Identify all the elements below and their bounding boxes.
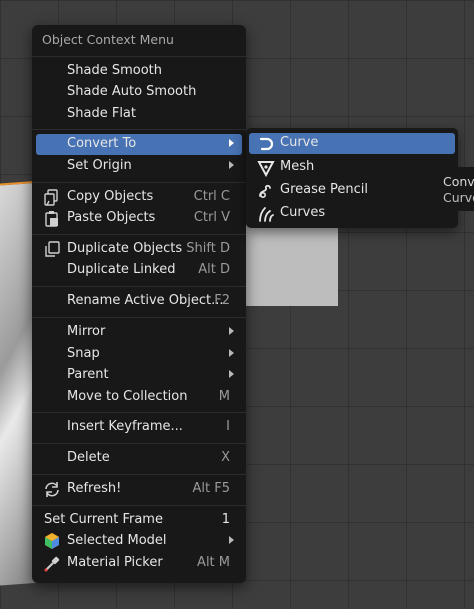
menu-separator <box>32 412 246 413</box>
menu-item-label: Delete <box>67 450 110 465</box>
menu-separator <box>32 234 246 235</box>
menu-separator <box>32 317 246 318</box>
menu-item-label: Paste Objects <box>67 210 156 225</box>
shortcut-label: Alt D <box>198 262 230 277</box>
submenu-item-label: Grease Pencil <box>280 182 368 197</box>
paste-objects-item[interactable]: Paste Objects Ctrl V <box>36 208 242 229</box>
menu-separator <box>32 443 246 444</box>
copy-icon <box>42 188 62 207</box>
menu-separator <box>32 129 246 130</box>
menu-item-label: Convert To <box>67 136 137 151</box>
menu-item-label: Shade Smooth <box>67 63 162 78</box>
selected-model-item[interactable]: Selected Model <box>36 531 242 552</box>
shortcut-label: X <box>221 450 230 465</box>
submenu-arrow-icon <box>229 536 234 544</box>
eyedropper-icon <box>42 554 62 573</box>
set-origin-item[interactable]: Set Origin <box>36 156 242 177</box>
shortcut-label: Alt F5 <box>192 481 230 496</box>
menu-separator <box>32 474 246 475</box>
object-context-menu: Object Context Menu Shade Smooth Shade A… <box>32 25 246 583</box>
menu-separator <box>32 56 246 57</box>
menu-item-label: Duplicate Objects <box>67 241 183 256</box>
convert-to-item[interactable]: Convert To <box>36 134 242 155</box>
duplicate-objects-item[interactable]: Duplicate Objects Shift D <box>36 239 242 260</box>
scene-plane-object[interactable] <box>238 222 338 306</box>
set-current-frame-item[interactable]: Set Current Frame 1 <box>36 510 242 531</box>
shortcut-label: Shift D <box>186 241 230 256</box>
tooltip: Conv Curve <box>430 167 474 211</box>
mesh-icon <box>257 159 275 178</box>
material-picker-item[interactable]: Material Picker Alt M <box>36 553 242 574</box>
colorful-hexagon-icon <box>42 532 62 551</box>
duplicate-icon <box>42 240 62 259</box>
menu-separator <box>32 505 246 506</box>
submenu-item-label: Curve <box>280 135 319 150</box>
menu-separator <box>32 182 246 183</box>
convert-mesh-item[interactable]: Mesh <box>249 157 455 178</box>
menu-item-label: Snap <box>67 346 100 361</box>
menu-item-label: Mirror <box>67 324 106 339</box>
convert-curve-item[interactable]: Curve <box>249 133 455 154</box>
menu-item-label: Material Picker <box>67 555 163 570</box>
menu-item-label: Set Current Frame <box>44 512 163 527</box>
menu-item-label: Parent <box>67 367 109 382</box>
menu-item-label: Shade Auto Smooth <box>67 84 197 99</box>
shortcut-label: Alt M <box>197 555 230 570</box>
parent-item[interactable]: Parent <box>36 365 242 386</box>
convert-to-submenu: Curve Mesh Grease Pencil Curves <box>246 128 458 228</box>
submenu-arrow-icon <box>229 370 234 378</box>
menu-item-label: Copy Objects <box>67 189 154 204</box>
mirror-item[interactable]: Mirror <box>36 322 242 343</box>
submenu-item-label: Curves <box>280 205 326 220</box>
frame-value: 1 <box>221 512 230 527</box>
duplicate-linked-item[interactable]: Duplicate Linked Alt D <box>36 260 242 281</box>
menu-separator <box>32 286 246 287</box>
shortcut-label: Ctrl C <box>193 189 230 204</box>
move-to-collection-item[interactable]: Move to Collection M <box>36 387 242 408</box>
submenu-item-label: Mesh <box>280 159 315 174</box>
menu-item-label: Insert Keyframe... <box>67 419 183 434</box>
menu-item-label: Rename Active Object... <box>67 293 224 308</box>
paste-icon <box>42 209 62 228</box>
shade-smooth-item[interactable]: Shade Smooth <box>36 61 242 82</box>
submenu-arrow-icon <box>229 139 234 147</box>
submenu-arrow-icon <box>229 349 234 357</box>
refresh-item[interactable]: Refresh! Alt F5 <box>36 479 242 500</box>
menu-title: Object Context Menu <box>42 32 174 47</box>
menu-item-label: Shade Flat <box>67 106 136 121</box>
menu-item-label: Duplicate Linked <box>67 262 176 277</box>
submenu-arrow-icon <box>229 161 234 169</box>
grease-pencil-icon <box>257 182 275 200</box>
shortcut-label: M <box>218 389 230 404</box>
menu-item-label: Move to Collection <box>67 389 188 404</box>
shade-auto-smooth-item[interactable]: Shade Auto Smooth <box>36 82 242 103</box>
curve-icon <box>257 135 275 153</box>
snap-item[interactable]: Snap <box>36 344 242 365</box>
copy-objects-item[interactable]: Copy Objects Ctrl C <box>36 187 242 208</box>
menu-item-label: Refresh! <box>67 481 122 496</box>
tooltip-line-1: Conv <box>443 174 474 189</box>
convert-grease-pencil-item[interactable]: Grease Pencil <box>249 180 455 201</box>
shortcut-label: Ctrl V <box>193 210 230 225</box>
shortcut-label: F2 <box>214 293 230 308</box>
rename-active-object-item[interactable]: Rename Active Object... F2 <box>36 291 242 312</box>
tooltip-line-2: Curve <box>443 190 474 205</box>
delete-item[interactable]: Delete X <box>36 448 242 469</box>
insert-keyframe-item[interactable]: Insert Keyframe... I <box>36 417 242 438</box>
refresh-icon <box>42 480 62 499</box>
convert-curves-item[interactable]: Curves <box>249 203 455 224</box>
curves-icon <box>257 205 275 223</box>
shortcut-label: I <box>226 419 230 434</box>
menu-item-label: Selected Model <box>67 533 167 548</box>
shade-flat-item[interactable]: Shade Flat <box>36 104 242 125</box>
menu-item-label: Set Origin <box>67 158 132 173</box>
submenu-arrow-icon <box>229 327 234 335</box>
